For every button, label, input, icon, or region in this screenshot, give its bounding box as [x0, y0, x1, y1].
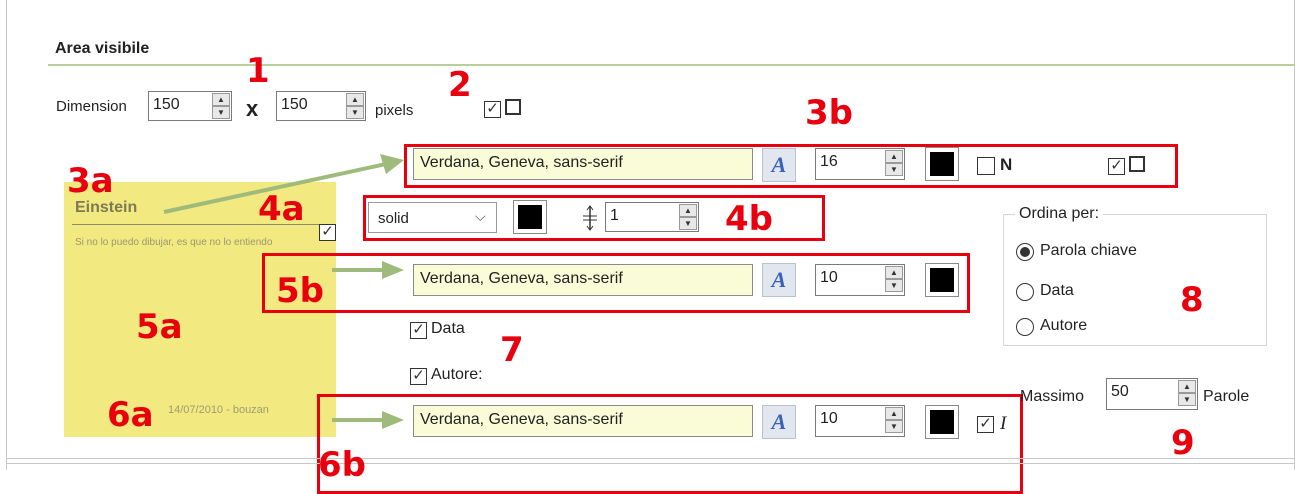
title-color-swatch[interactable] — [925, 147, 959, 181]
max-words-up-button[interactable]: ▲ — [1178, 380, 1196, 393]
border-width-down-button[interactable]: ▼ — [679, 217, 697, 230]
width-up-button[interactable]: ▲ — [212, 93, 230, 106]
title-size-value: 16 — [820, 153, 838, 170]
annotation-1: 1 — [246, 51, 270, 91]
meta-italic-checkbox[interactable]: ✓ — [977, 416, 994, 433]
annotation-4b: 4b — [725, 199, 773, 239]
arrow-6b-icon — [332, 411, 404, 429]
option-checkbox-checked[interactable]: ✓ — [484, 101, 501, 118]
meta-size-value: 10 — [820, 410, 838, 427]
width-value: 150 — [153, 96, 180, 113]
annotation-7: 7 — [500, 330, 524, 370]
meta-italic-label: I — [1000, 413, 1007, 434]
meta-size-down-button[interactable]: ▼ — [885, 420, 903, 433]
text-font-picker-button[interactable]: A — [762, 263, 796, 297]
title-font-input[interactable]: Verdana, Geneva, sans-serif — [413, 148, 753, 180]
border-width-up-button[interactable]: ▲ — [679, 204, 697, 217]
text-font-input[interactable]: Verdana, Geneva, sans-serif — [413, 264, 753, 296]
sort-radio-date[interactable] — [1016, 283, 1034, 301]
annotation-6b: 6b — [318, 445, 366, 485]
border-width-stepper[interactable]: 1 ▲ ▼ — [605, 202, 699, 232]
border-color-swatch[interactable] — [513, 200, 547, 234]
preview-footer: 14/07/2010 - bouzan — [168, 404, 269, 416]
max-label: Massimo — [1020, 388, 1085, 405]
title-size-stepper[interactable]: 16 ▲ ▼ — [815, 148, 905, 180]
preview-text: Si no lo puedo dibujar, es que no lo ent… — [75, 237, 273, 248]
meta-size-up-button[interactable]: ▲ — [885, 407, 903, 420]
section-title: Area visibile — [55, 40, 150, 57]
text-size-up-button[interactable]: ▲ — [885, 266, 903, 279]
annotation-9: 9 — [1171, 423, 1195, 463]
bottom-divider — [6, 458, 1294, 464]
annotation-2: 2 — [448, 65, 472, 105]
show-author-checkbox[interactable]: ✓ — [410, 368, 427, 385]
times-sign: x — [246, 96, 259, 121]
height-value: 150 — [281, 96, 308, 113]
show-date-label: Data — [431, 320, 465, 337]
annotation-4a: 4a — [258, 189, 305, 229]
title-size-down-button[interactable]: ▼ — [885, 163, 903, 176]
chevron-down-icon: ⌵ — [475, 208, 486, 224]
sort-legend: Ordina per: — [1015, 205, 1104, 223]
annotation-8: 8 — [1180, 280, 1204, 320]
preview-title: Einstein — [75, 199, 138, 216]
annotation-3a: 3a — [67, 161, 114, 201]
height-up-button[interactable]: ▲ — [346, 93, 364, 106]
title-bold-checkbox[interactable] — [977, 157, 995, 175]
height-stepper[interactable]: 150 ▲ ▼ — [276, 91, 366, 121]
border-enable-checkbox[interactable]: ✓ — [319, 224, 336, 241]
title-option-checkbox-checked[interactable]: ✓ — [1108, 158, 1125, 175]
max-words-stepper[interactable]: 50 ▲ ▼ — [1106, 378, 1198, 410]
title-font-picker-button[interactable]: A — [762, 148, 796, 182]
arrow-5b-icon — [332, 261, 404, 279]
line-width-icon — [580, 205, 600, 231]
annotation-3b: 3b — [805, 93, 853, 133]
annotation-5b: 5b — [276, 271, 324, 311]
meta-font-picker-button[interactable]: A — [762, 405, 796, 439]
max-unit-label: Parole — [1203, 388, 1250, 405]
section-rule — [48, 64, 1295, 66]
show-author-label: Autore: — [431, 366, 483, 383]
sort-option-keyword: Parola chiave — [1040, 242, 1137, 259]
text-size-down-button[interactable]: ▼ — [885, 279, 903, 292]
annotation-5a: 5a — [136, 307, 183, 347]
max-words-value: 50 — [1111, 383, 1129, 400]
text-size-stepper[interactable]: 10 ▲ ▼ — [815, 264, 905, 296]
option-checkbox-empty[interactable] — [505, 99, 521, 115]
max-words-down-button[interactable]: ▼ — [1178, 393, 1196, 406]
sort-radio-author[interactable] — [1016, 318, 1034, 336]
title-option-checkbox-empty[interactable] — [1129, 156, 1145, 172]
sort-option-author: Autore — [1040, 317, 1088, 334]
width-stepper[interactable]: 150 ▲ ▼ — [148, 91, 232, 121]
title-bold-label: N — [1000, 155, 1013, 174]
pixels-label: pixels — [375, 102, 414, 119]
border-width-value: 1 — [610, 207, 619, 224]
width-down-button[interactable]: ▼ — [212, 106, 230, 119]
sort-radio-keyword[interactable] — [1016, 243, 1034, 261]
text-color-swatch[interactable] — [925, 263, 959, 297]
meta-size-stepper[interactable]: 10 ▲ ▼ — [815, 405, 905, 437]
title-size-up-button[interactable]: ▲ — [885, 150, 903, 163]
show-date-checkbox[interactable]: ✓ — [410, 322, 427, 339]
sort-option-date: Data — [1040, 282, 1074, 299]
dimension-label: Dimension — [56, 98, 127, 115]
height-down-button[interactable]: ▼ — [346, 106, 364, 119]
text-size-value: 10 — [820, 269, 838, 286]
meta-color-swatch[interactable] — [925, 405, 959, 439]
meta-font-input[interactable]: Verdana, Geneva, sans-serif — [413, 405, 753, 437]
annotation-6a: 6a — [107, 395, 154, 435]
